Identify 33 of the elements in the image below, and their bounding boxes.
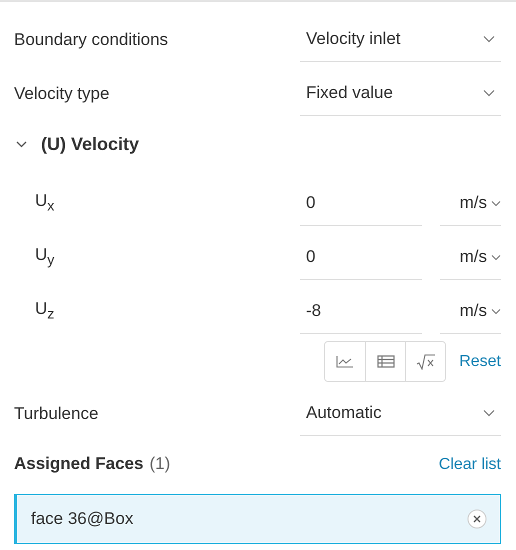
unit-dropdown[interactable]: m/s (440, 193, 501, 226)
component-label: U$_{x}$ (34, 190, 56, 216)
unit-dropdown[interactable]: m/s (440, 301, 501, 334)
chevron-down-icon[interactable] (16, 140, 27, 148)
face-name: face 36@Box (31, 509, 134, 529)
setting-label: Boundary conditions (14, 30, 170, 51)
dropdown[interactable]: Automatic (300, 403, 501, 436)
line-chart-icon (336, 356, 354, 368)
section-title: (U) Velocity (41, 134, 140, 154)
square-root-icon (416, 354, 436, 370)
value-field[interactable]: 0 (300, 247, 422, 280)
chevron-down-icon (483, 409, 495, 417)
chevron-down-icon (491, 254, 501, 260)
section-title: Assigned Faces (14, 454, 144, 474)
chevron-down-icon (491, 308, 501, 314)
unit-dropdown[interactable]: m/s (440, 247, 501, 280)
remove-icon[interactable] (467, 509, 487, 529)
count: (1) (149, 454, 170, 474)
face-item[interactable]: face 36@Box (14, 494, 501, 544)
component-label: U$_{y}$ (34, 244, 56, 270)
chevron-down-icon (491, 200, 501, 206)
value-field[interactable]: 0 (300, 193, 422, 226)
table-icon (376, 355, 395, 368)
dropdown[interactable]: Fixed value (300, 83, 501, 116)
setting-label: Turbulence (14, 404, 100, 425)
value-field[interactable]: -8 (300, 301, 422, 334)
setting-label: Velocity type (14, 84, 110, 105)
component-label: U$_{z}$ (34, 298, 56, 324)
reset-link[interactable]: Reset (459, 352, 501, 370)
chevron-down-icon (483, 89, 495, 97)
dropdown[interactable]: Velocity inlet (300, 29, 501, 62)
chevron-down-icon (483, 35, 495, 43)
clear-list-link[interactable]: Clear list (438, 456, 501, 474)
